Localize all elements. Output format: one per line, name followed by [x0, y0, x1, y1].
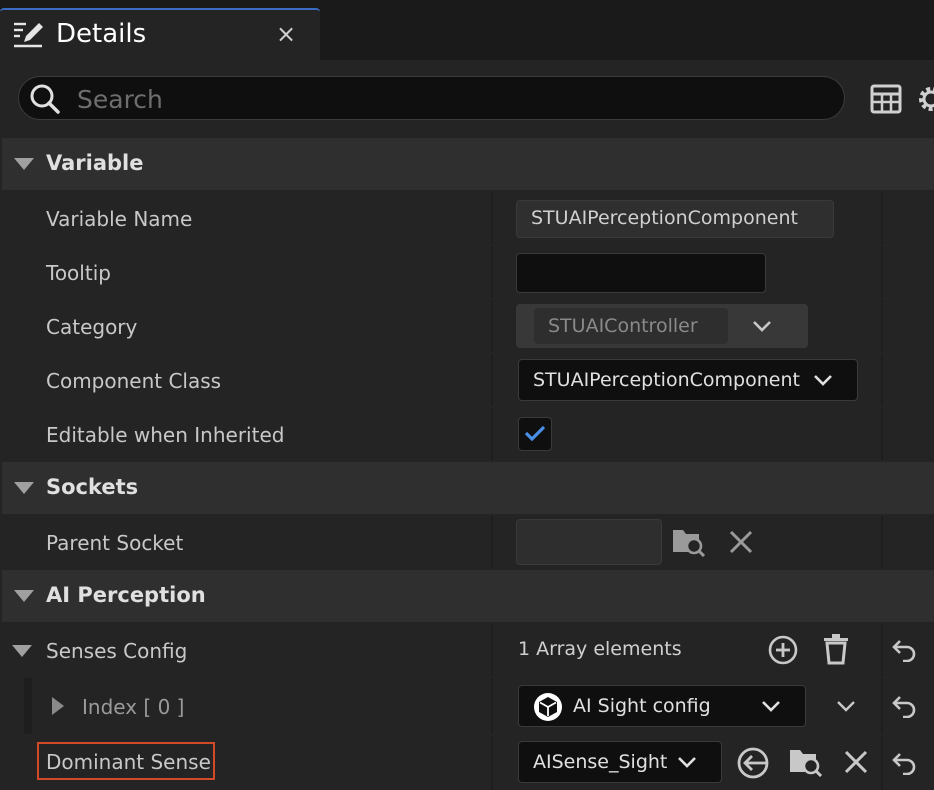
row-editable-when-inherited: Editable when Inherited — [2, 408, 934, 460]
options-chevron-icon[interactable] — [836, 700, 856, 712]
reset-cell — [883, 246, 934, 298]
reset-cell — [883, 624, 934, 676]
value-cell: STUAIController — [493, 300, 881, 352]
value-cell — [493, 246, 881, 298]
indent-bar — [24, 678, 32, 734]
index-number: [ 0 ] — [143, 695, 185, 719]
name-cell: Senses Config — [2, 624, 491, 676]
trash-icon[interactable] — [822, 633, 850, 665]
value-cell: 1 Array elements — [493, 624, 881, 676]
property-label: Component Class — [46, 369, 222, 393]
index-label: Index [ 0 ] — [82, 695, 184, 719]
blueprint-class-icon — [534, 693, 562, 721]
search-icon — [30, 84, 60, 114]
clear-icon[interactable] — [843, 749, 869, 775]
row-category: Category STUAIController — [2, 300, 934, 352]
value-cell: AI Sight config — [493, 678, 881, 734]
parent-socket-field[interactable] — [516, 519, 662, 565]
reset-cell — [883, 192, 934, 244]
property-label: Tooltip — [46, 261, 111, 285]
reset-to-default-icon[interactable] — [891, 751, 917, 775]
sense-config-dropdown[interactable]: AI Sight config — [518, 685, 806, 727]
category-variable[interactable]: Variable — [2, 138, 934, 190]
grid-view-icon[interactable] — [870, 84, 902, 114]
property-label: Category — [46, 315, 138, 339]
tab-details[interactable]: Details × — [0, 8, 320, 60]
edit-list-icon — [14, 22, 43, 48]
reset-to-default-icon[interactable] — [891, 694, 917, 718]
category-label: Variable — [46, 151, 144, 175]
property-label: Senses Config — [46, 639, 188, 663]
name-cell: Variable Name — [2, 192, 491, 244]
reset-to-default-icon[interactable] — [891, 638, 917, 662]
add-element-icon[interactable] — [767, 634, 799, 666]
category-field[interactable]: STUAIController — [534, 308, 728, 344]
expand-arrow-icon[interactable] — [12, 645, 32, 657]
expand-arrow-icon[interactable] — [14, 590, 34, 602]
reset-cell — [883, 354, 934, 406]
name-cell: Index [ 0 ] — [2, 678, 491, 734]
close-icon[interactable]: × — [276, 20, 296, 48]
tab-bar: Details × — [0, 0, 934, 60]
category-combo[interactable]: STUAIController — [516, 304, 808, 348]
tab-title: Details — [56, 19, 147, 49]
dominant-sense-value: AISense_Sight — [533, 751, 668, 773]
reset-cell — [883, 300, 934, 352]
property-label: Parent Socket — [46, 531, 184, 555]
settings-gear-icon[interactable] — [914, 82, 934, 116]
index-label-text: Index — [82, 695, 138, 719]
chevron-down-icon[interactable] — [752, 320, 772, 332]
browse-folder-icon[interactable] — [788, 745, 822, 777]
expand-arrow-icon[interactable] — [14, 158, 34, 170]
chevron-down-icon — [762, 701, 780, 712]
row-variable-name: Variable Name STUAIPerceptionComponent — [2, 192, 934, 244]
property-label: Editable when Inherited — [46, 423, 285, 447]
value-cell — [493, 408, 881, 460]
category-label: AI Perception — [46, 583, 206, 607]
name-cell: Component Class — [2, 354, 491, 406]
variable-name-field[interactable]: STUAIPerceptionComponent — [516, 200, 834, 238]
value-cell: STUAIPerceptionComponent — [493, 192, 881, 244]
reset-cell — [883, 408, 934, 460]
checkmark-icon — [524, 425, 546, 442]
category-label: Sockets — [46, 475, 139, 499]
editable-checkbox[interactable] — [518, 417, 552, 451]
category-ai-perception[interactable]: AI Perception — [2, 570, 934, 622]
chevron-down-icon — [814, 375, 832, 386]
search-bar[interactable] — [18, 76, 845, 120]
tooltip-field[interactable] — [516, 253, 766, 293]
use-selected-icon[interactable] — [736, 746, 770, 780]
reset-cell — [883, 736, 934, 790]
dominant-sense-dropdown[interactable]: AISense_Sight — [518, 741, 722, 783]
expand-arrow-icon[interactable] — [52, 697, 64, 715]
row-index-0: Index [ 0 ] AI Sight config — [2, 678, 934, 734]
browse-folder-icon[interactable] — [671, 525, 705, 557]
name-cell: Parent Socket — [2, 516, 491, 568]
name-cell: Tooltip — [2, 246, 491, 298]
array-count-text: 1 Array elements — [518, 638, 682, 660]
name-cell: Editable when Inherited — [2, 408, 491, 460]
component-class-value: STUAIPerceptionComponent — [533, 369, 800, 391]
reset-cell — [883, 516, 934, 568]
value-cell: STUAIPerceptionComponent — [493, 354, 881, 406]
value-cell: AISense_Sight — [493, 736, 881, 790]
property-label: Variable Name — [46, 207, 193, 231]
name-cell: Category — [2, 300, 491, 352]
row-component-class: Component Class STUAIPerceptionComponent — [2, 354, 934, 406]
row-senses-config: Senses Config 1 Array elements — [2, 624, 934, 676]
chevron-down-icon — [678, 757, 696, 768]
row-tooltip: Tooltip — [2, 246, 934, 298]
component-class-dropdown[interactable]: STUAIPerceptionComponent — [518, 359, 858, 401]
row-parent-socket: Parent Socket — [2, 516, 934, 568]
category-sockets[interactable]: Sockets — [2, 462, 934, 514]
search-input[interactable] — [75, 81, 819, 117]
expand-arrow-icon[interactable] — [14, 482, 34, 494]
reset-cell — [883, 678, 934, 734]
clear-icon[interactable] — [728, 529, 754, 555]
highlight-box — [37, 742, 215, 780]
value-cell — [493, 516, 881, 568]
sense-config-value: AI Sight config — [573, 695, 711, 717]
